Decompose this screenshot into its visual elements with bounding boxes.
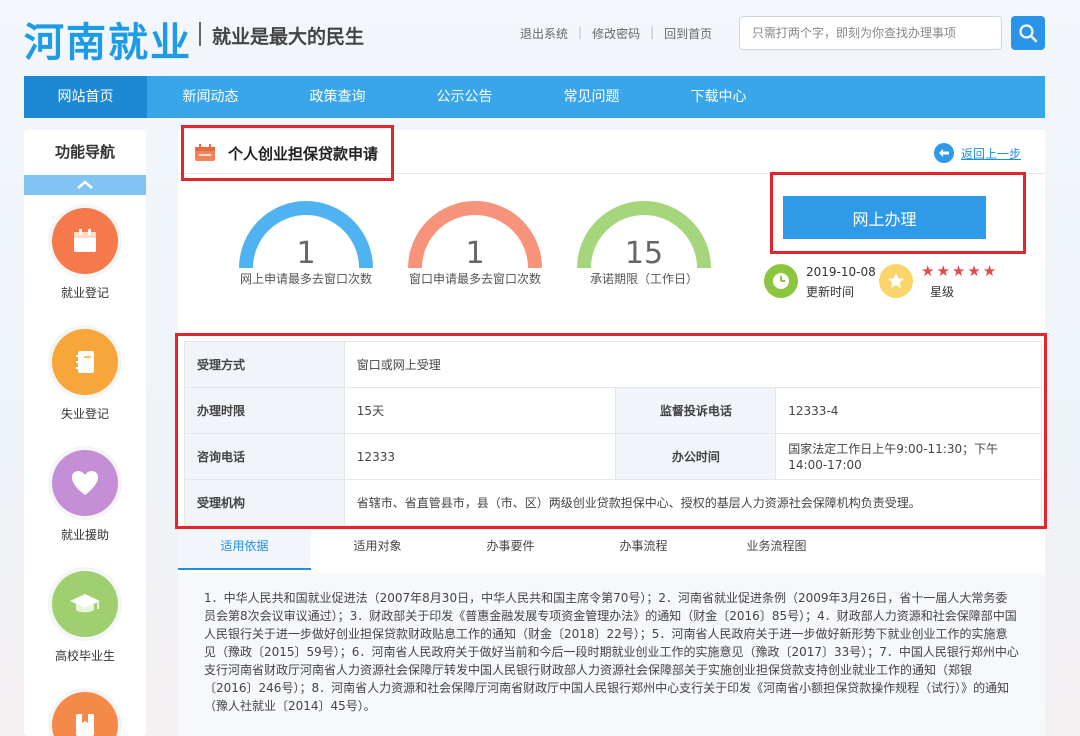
tab-target[interactable]: 适用对象 (311, 530, 444, 570)
search-box (739, 16, 1002, 50)
update-date: 2019-10-08 (806, 265, 876, 279)
search-icon (1019, 24, 1038, 43)
search-button[interactable] (1011, 16, 1045, 50)
info-value: 15天 (343, 387, 617, 434)
back-link[interactable]: 返回上一步 (933, 142, 1021, 164)
sidebar-title: 功能导航 (54, 143, 115, 161)
heart-icon (72, 471, 98, 495)
info-key: 受理方式 (184, 341, 345, 388)
gauge-online-visits: 1 网上申请最多去窗口次数 (236, 198, 376, 287)
detail-tabs: 适用依据 适用对象 办事要件 办事流程 业务流程图 (178, 530, 1045, 570)
service-detail-panel: 个人创业担保贷款申请 返回上一步 1 网上申请最多去窗口次数 1 窗口申请最多去… (175, 125, 1047, 736)
gauge-promised-days: 15 承诺期限（工作日） (574, 198, 714, 287)
sidebar-item-circle (52, 208, 118, 274)
service-title-bar: 个人创业担保贷款申请 返回上一步 (178, 125, 1045, 181)
gauge-label: 网上申请最多去窗口次数 (239, 272, 372, 286)
nav-faq[interactable]: 常见问题 (528, 76, 655, 118)
site-header: 河南就业 就业是最大的民生 退出系统 | 修改密码 | 回到首页 (0, 0, 1080, 75)
sidebar-item-employment-registration[interactable]: 就业登记 (24, 208, 146, 301)
sidebar-item-label: 就业援助 (60, 528, 109, 542)
info-value: 省辖市、省直管县市，县（市、区）两级创业贷款担保中心、授权的基层人力资源社会保障… (343, 479, 1043, 526)
back-link-label: 返回上一步 (961, 146, 1022, 161)
table-row: 受理方式 窗口或网上受理 (184, 341, 1043, 388)
gauge-label: 承诺期限（工作日） (589, 272, 698, 286)
table-row: 咨询电话 12333 办公时间 国家法定工作日上午9:00-11:30；下午14… (184, 433, 1042, 480)
info-key: 监督投诉电话 (615, 387, 777, 434)
info-value: 国家法定工作日上午9:00-11:30；下午14:00-17:00 (775, 433, 1042, 480)
sidebar-item-circle (52, 571, 118, 637)
chevron-up-icon (77, 180, 93, 189)
info-key: 办公时间 (615, 433, 777, 480)
change-password-link[interactable]: 修改密码 (592, 25, 640, 42)
gauge-value: 1 (296, 236, 316, 271)
gauge-label: 窗口申请最多去窗口次数 (408, 272, 541, 286)
sidebar-item-employment-assistance[interactable]: 就业援助 (24, 450, 146, 543)
nav-news[interactable]: 新闻动态 (147, 76, 274, 118)
info-value: 12333 (343, 433, 617, 480)
basis-content: 1．中华人民共和国就业促进法（2007年8月30日，中华人民共和国主席令第70号… (178, 573, 1045, 736)
info-key: 办理时限 (184, 387, 345, 434)
main-nav: 网站首页 新闻动态 政策查询 公示公告 常见问题 下载中心 (24, 76, 1045, 118)
page-title: 个人创业担保贷款申请 (228, 145, 379, 163)
link-separator: | (650, 25, 655, 39)
sidebar-item-circle (52, 450, 118, 516)
info-highlight-box: 受理方式 窗口或网上受理 办理时限 15天 监督投诉电话 12333-4 咨询电… (175, 333, 1047, 529)
info-key: 咨询电话 (184, 433, 345, 480)
top-links: 退出系统 | 修改密码 | 回到首页 (520, 25, 712, 42)
sidebar-item-label: 失业登记 (60, 407, 109, 421)
update-label: 更新时间 (806, 285, 855, 299)
bookmark-icon (76, 714, 94, 736)
nav-home[interactable]: 网站首页 (24, 76, 147, 118)
tab-basis[interactable]: 适用依据 (178, 530, 311, 570)
nav-download[interactable]: 下载中心 (655, 76, 782, 118)
sidebar-item-more[interactable] (24, 692, 146, 736)
sidebar-item-circle (52, 692, 118, 736)
tab-flowchart[interactable]: 业务流程图 (710, 530, 843, 570)
search-input[interactable] (740, 17, 1001, 49)
tab-procedure[interactable]: 办事流程 (577, 530, 710, 570)
info-value: 窗口或网上受理 (343, 341, 1043, 388)
tab-requirements[interactable]: 办事要件 (444, 530, 577, 570)
nav-notice[interactable]: 公示公告 (401, 76, 528, 118)
table-row: 受理机构 省辖市、省直管县市，县（市、区）两级创业贷款担保中心、授权的基层人力资… (184, 479, 1043, 526)
logout-link[interactable]: 退出系统 (520, 25, 568, 42)
link-separator: | (578, 25, 583, 39)
clock-icon (764, 264, 798, 298)
table-row: 办理时限 15天 监督投诉电话 12333-4 (184, 387, 1042, 434)
service-info-table: 受理方式 窗口或网上受理 办理时限 15天 监督投诉电话 12333-4 咨询电… (184, 341, 1043, 526)
site-logo[interactable]: 河南就业 (24, 10, 192, 68)
sidebar-item-graduates[interactable]: 高校毕业生 (24, 571, 146, 664)
graduation-cap-icon (70, 594, 100, 613)
star-label: 星级 (930, 285, 955, 299)
star-badge-icon (879, 264, 913, 298)
gauge-window-visits: 1 窗口申请最多去窗口次数 (405, 198, 545, 287)
sidebar-item-unemployment-registration[interactable]: 失业登记 (24, 329, 146, 422)
notebook-icon (76, 351, 94, 373)
sidebar-item-label: 就业登记 (60, 286, 109, 300)
star-rating: ★★★★★ (921, 262, 999, 280)
logo-divider (199, 22, 201, 46)
gauge-value: 15 (624, 236, 664, 271)
info-value: 12333-4 (775, 387, 1042, 434)
site-slogan: 就业是最大的民生 (212, 26, 365, 48)
gauge-value: 1 (465, 236, 485, 271)
back-icon (934, 143, 954, 163)
sidebar-collapse-button[interactable] (24, 175, 146, 195)
info-key: 受理机构 (184, 479, 345, 526)
sidebar-item-circle (52, 329, 118, 395)
nav-policy[interactable]: 政策查询 (274, 76, 401, 118)
function-sidebar: 功能导航 就业登记 失业登记 就业援助 高校毕业生 (24, 130, 146, 736)
online-apply-button[interactable]: 网上办理 (783, 196, 986, 239)
calendar-icon (74, 229, 96, 252)
sidebar-item-label: 高校毕业生 (54, 649, 115, 663)
calendar-icon (195, 144, 215, 161)
home-link[interactable]: 回到首页 (664, 25, 712, 42)
